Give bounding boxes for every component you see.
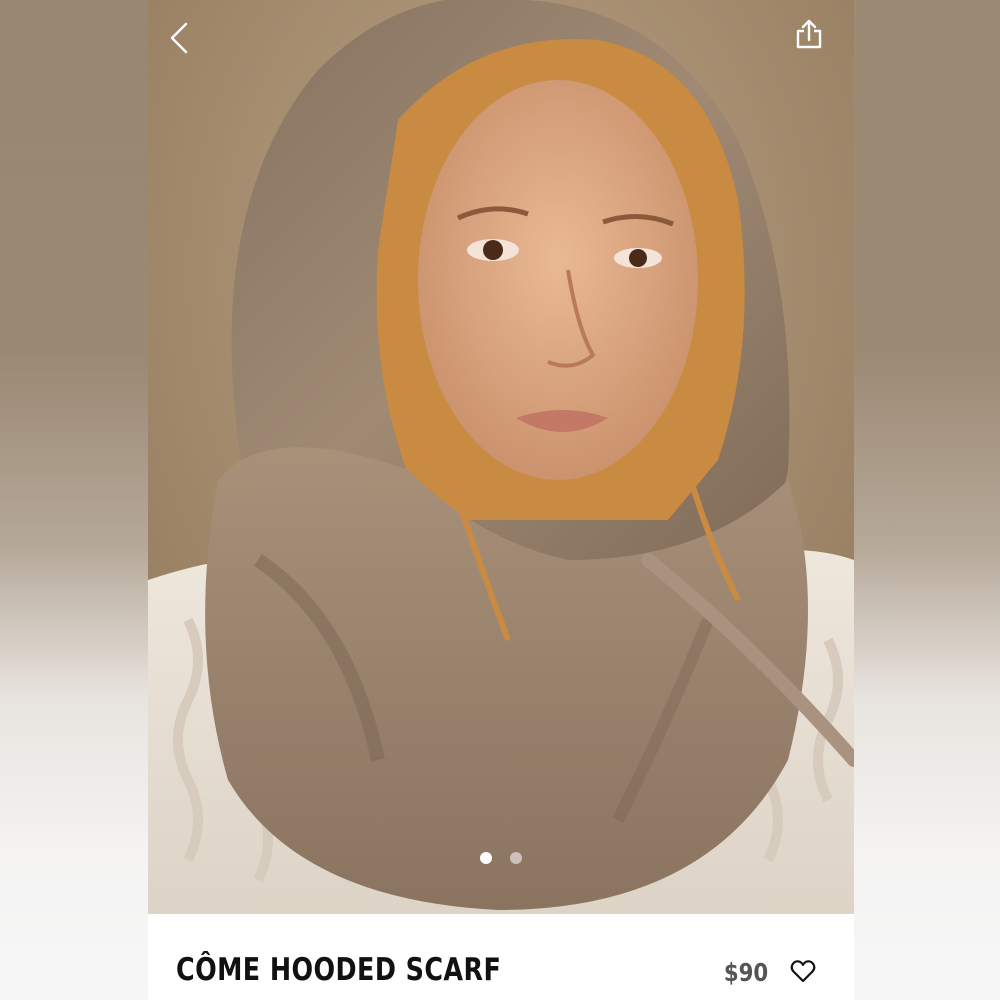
- share-button[interactable]: [792, 16, 826, 52]
- product-detail-screen: CÔME HOODED SCARF $90: [148, 0, 854, 1000]
- heart-outline-icon: [790, 960, 816, 983]
- share-icon: [796, 19, 822, 49]
- carousel-dot-1[interactable]: [480, 852, 492, 864]
- carousel-dot-2[interactable]: [510, 852, 522, 864]
- product-price: $90: [723, 958, 768, 987]
- back-button[interactable]: [162, 20, 196, 56]
- product-photo-illustration: [148, 0, 854, 914]
- wishlist-button[interactable]: [788, 956, 818, 986]
- carousel-indicator: [148, 852, 854, 864]
- product-info-bar: CÔME HOODED SCARF $90: [148, 914, 854, 1000]
- product-photo[interactable]: [148, 0, 854, 914]
- chevron-left-icon: [170, 22, 188, 54]
- product-title: CÔME HOODED SCARF: [176, 952, 502, 988]
